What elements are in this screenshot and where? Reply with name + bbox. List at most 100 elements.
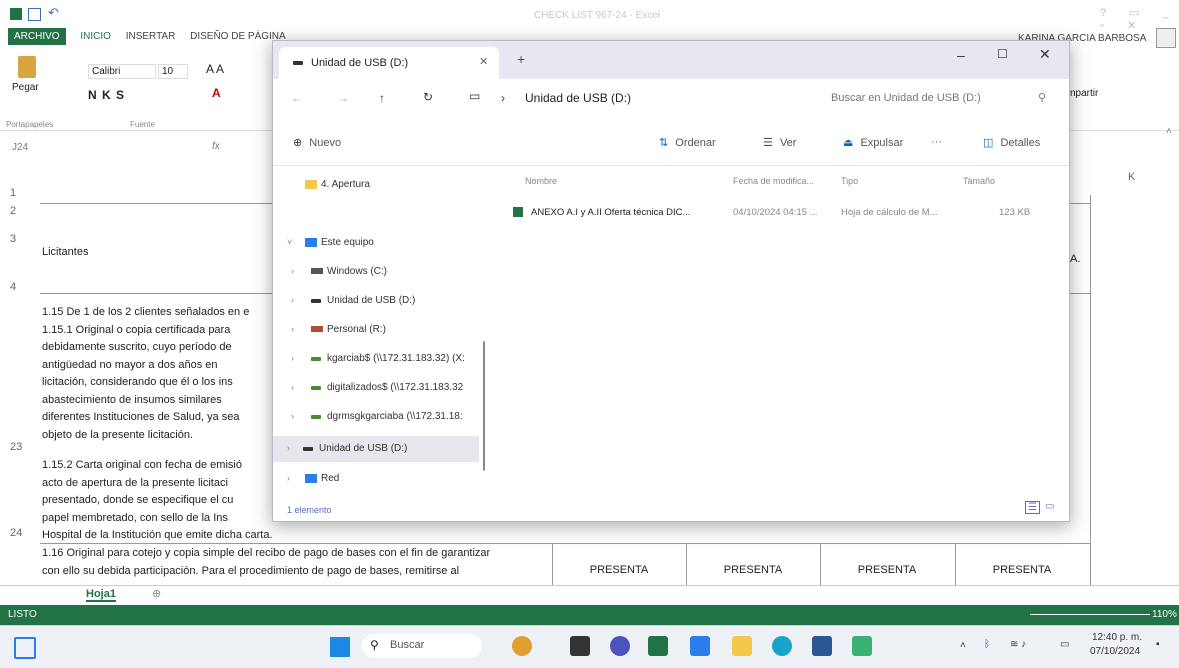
chevron-down-icon: ˅ bbox=[287, 237, 293, 247]
file-explorer-icon[interactable] bbox=[732, 636, 752, 656]
app-icon[interactable] bbox=[512, 636, 532, 656]
back-icon[interactable]: ← bbox=[291, 91, 303, 105]
new-tab-icon[interactable]: + bbox=[517, 51, 525, 67]
zoom-slider[interactable] bbox=[1030, 614, 1150, 615]
clock-date[interactable]: 07/10/2024 bbox=[1090, 646, 1140, 657]
cell-presenta[interactable]: PRESENTA bbox=[688, 564, 818, 576]
paste-label[interactable]: Pegar bbox=[12, 82, 39, 93]
paste-icon[interactable] bbox=[18, 56, 36, 78]
strike-button[interactable]: S bbox=[116, 88, 124, 102]
row-header[interactable]: 3 bbox=[10, 233, 16, 245]
edge-icon[interactable] bbox=[772, 636, 792, 656]
italic-button[interactable]: K bbox=[102, 88, 111, 102]
row-header[interactable]: 4 bbox=[10, 281, 16, 293]
up-icon[interactable]: ↑ bbox=[379, 91, 385, 105]
save-icon[interactable] bbox=[28, 8, 41, 21]
details-view-icon[interactable]: ☰ bbox=[1025, 501, 1040, 514]
forward-icon[interactable]: → bbox=[337, 91, 349, 105]
notification-icon[interactable]: ▪ bbox=[1156, 639, 1160, 650]
column-header-k[interactable]: K bbox=[1128, 171, 1135, 183]
tab-inicio[interactable]: INICIO bbox=[80, 31, 111, 42]
column-header-name[interactable]: Nombre bbox=[525, 176, 557, 186]
k-app-icon[interactable] bbox=[852, 636, 872, 656]
tab-archivo[interactable]: ARCHIVO bbox=[8, 28, 66, 45]
share-label[interactable]: npartir bbox=[1070, 88, 1098, 99]
row-header[interactable]: 23 bbox=[10, 441, 22, 453]
column-header-size[interactable]: Tamaño bbox=[963, 176, 995, 186]
sidebar-item-digitalizados[interactable]: › digitalizados$ (\\172.31.183.32 bbox=[273, 375, 483, 401]
column-header-modified[interactable]: Fecha de modifica... bbox=[733, 176, 814, 186]
cell-presenta[interactable]: PRESENTA bbox=[957, 564, 1087, 576]
sidebar-item-usb-selected[interactable]: › Unidad de USB (D:) bbox=[273, 436, 479, 462]
maximize-icon[interactable]: ☐ bbox=[997, 47, 1008, 61]
refresh-icon[interactable]: ↻ bbox=[423, 90, 433, 104]
ribbon-collapse-icon[interactable]: ˄ bbox=[1166, 126, 1172, 137]
sidebar-item-label: kgarciab$ (\\172.31.183.32) (X: bbox=[327, 353, 465, 364]
explorer-tab[interactable]: Unidad de USB (D:) ✕ bbox=[279, 47, 499, 79]
zoom-level[interactable]: 110% bbox=[1152, 609, 1177, 620]
list-item[interactable]: ANEXO A.I y A.II Oferta técnica DIC... 0… bbox=[509, 202, 1030, 222]
new-button[interactable]: ⊕ Nuevo bbox=[293, 136, 341, 149]
widgets-icon[interactable] bbox=[14, 637, 36, 659]
teams-icon[interactable] bbox=[570, 636, 590, 656]
fx-icon[interactable]: fx bbox=[212, 141, 220, 152]
sidebar-item-red[interactable]: › Red bbox=[273, 466, 483, 492]
column-header-type[interactable]: Tipo bbox=[841, 176, 858, 186]
bluetooth-icon[interactable]: ᛒ bbox=[984, 639, 990, 650]
tiles-view-icon[interactable]: ▭ bbox=[1045, 501, 1054, 512]
view-icon: ☰ bbox=[763, 137, 773, 149]
row-header[interactable]: 1 bbox=[10, 187, 16, 199]
cell-partial[interactable]: A. bbox=[1070, 253, 1080, 265]
sidebar-item-windows[interactable]: › Windows (C:) bbox=[273, 259, 483, 285]
more-options-button[interactable]: ··· bbox=[931, 136, 942, 148]
outlook-icon[interactable] bbox=[690, 636, 710, 656]
sheet-tab-hoja1[interactable]: Hoja1 bbox=[86, 588, 116, 602]
font-color-icon[interactable]: A bbox=[212, 86, 221, 100]
search-input[interactable]: Buscar en Unidad de USB (D:) bbox=[831, 92, 981, 104]
cell-1-16[interactable]: 1.16 Original para cotejo y copia simple… bbox=[42, 545, 552, 580]
view-button[interactable]: ☰ Ver bbox=[763, 136, 796, 149]
sidebar-item-label: Unidad de USB (D:) bbox=[327, 295, 416, 306]
monitor-icon[interactable]: ▭ bbox=[469, 89, 480, 103]
bold-button[interactable]: N bbox=[88, 88, 97, 102]
sidebar-item-4-apertura[interactable]: 4. Apertura bbox=[273, 172, 483, 198]
eject-button[interactable]: ⏏ Expulsar bbox=[843, 136, 903, 149]
row-header[interactable]: 2 bbox=[10, 205, 16, 217]
name-box[interactable]: J24 bbox=[12, 142, 28, 153]
chevron-right-icon: › bbox=[291, 266, 294, 276]
font-name[interactable]: Calibri bbox=[88, 64, 156, 79]
row-header[interactable]: 24 bbox=[10, 527, 22, 539]
avatar[interactable] bbox=[1156, 28, 1176, 48]
word-icon[interactable] bbox=[812, 636, 832, 656]
sidebar-item-este-equipo[interactable]: ˅ Este equipo bbox=[273, 230, 483, 256]
sidebar-item-usb[interactable]: › Unidad de USB (D:) bbox=[273, 288, 483, 314]
close-icon[interactable]: ✕ bbox=[1039, 46, 1051, 63]
cell-presenta[interactable]: PRESENTA bbox=[822, 564, 952, 576]
battery-icon[interactable]: ▭ bbox=[1060, 639, 1069, 650]
tray-expand-icon[interactable]: ˄ bbox=[960, 640, 966, 651]
wifi-volume-icon[interactable]: ≋ ♪ bbox=[1010, 639, 1026, 650]
tab-close-icon[interactable]: ✕ bbox=[479, 55, 488, 68]
sidebar-item-label: Red bbox=[321, 473, 340, 484]
excel-icon[interactable] bbox=[648, 636, 668, 656]
minimize-icon[interactable]: – bbox=[957, 47, 965, 63]
taskbar-search[interactable]: ⚲ Buscar bbox=[362, 634, 482, 658]
address-bar[interactable]: Unidad de USB (D:) bbox=[525, 91, 631, 105]
sidebar-item-personal[interactable]: › Personal (R:) bbox=[273, 317, 483, 343]
tab-insertar[interactable]: INSERTAR bbox=[126, 31, 176, 42]
search-icon[interactable]: ⚲ bbox=[1038, 91, 1046, 104]
start-icon[interactable] bbox=[330, 637, 350, 657]
cell-presenta[interactable]: PRESENTA bbox=[554, 564, 684, 576]
grid-line bbox=[1090, 195, 1091, 585]
sidebar-item-dgrmsg[interactable]: › dgrmsgkgarciaba (\\172.31.18: bbox=[273, 404, 483, 430]
undo-icon[interactable]: ↶ bbox=[48, 5, 59, 21]
font-size[interactable]: 10 bbox=[158, 64, 188, 79]
clock-time[interactable]: 12:40 p. m. bbox=[1092, 632, 1142, 643]
chat-icon[interactable] bbox=[610, 636, 630, 656]
sort-button[interactable]: ⇅ Ordenar bbox=[659, 136, 716, 149]
grow-font-icon[interactable]: A A bbox=[206, 62, 224, 76]
sidebar-item-kgarciab[interactable]: › kgarciab$ (\\172.31.183.32) (X: bbox=[273, 346, 483, 372]
add-sheet-icon[interactable]: ⊕ bbox=[152, 587, 161, 600]
search-label: Buscar bbox=[390, 639, 425, 651]
details-button[interactable]: ◫ Detalles bbox=[983, 136, 1040, 149]
